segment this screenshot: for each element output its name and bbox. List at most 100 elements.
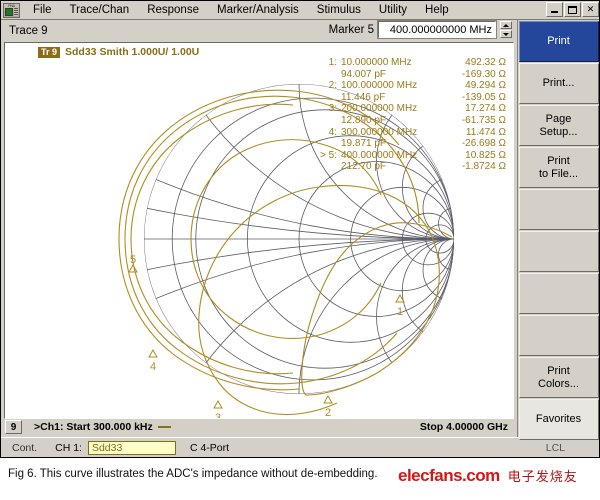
sweep-range-bar: 9 >Ch1: Start 300.000 kHz Stop 4.00000 G… (4, 419, 514, 435)
status-trace-name[interactable]: Sdd33 (87, 440, 176, 455)
marker-number-labels: 1 2 3 4 5 (130, 254, 403, 419)
softkey-empty-3[interactable] (518, 273, 599, 314)
pna-application-window: PNA File Trace/Chan Response Marker/Anal… (0, 0, 600, 458)
menu-item-utility[interactable]: Utility (370, 3, 416, 17)
restore-icon (568, 5, 577, 14)
marker-row-index (315, 115, 341, 127)
marker-row-value: 49.294 Ω (465, 80, 506, 92)
softkey-label-line2: Setup... (539, 125, 578, 138)
marker-row-value: -139.05 Ω (461, 91, 506, 103)
chevron-up-icon (503, 23, 509, 27)
softkey-print-colors[interactable]: Print Colors... (518, 357, 599, 398)
menu-item-stimulus[interactable]: Stimulus (308, 3, 370, 17)
marker-row-value: -26.698 Ω (461, 138, 506, 150)
marker-row-freq: 300.000000 MHz (341, 126, 418, 138)
table-row: 212.70 pF -1.8724 Ω (315, 161, 506, 173)
marker-row-value: 17.274 Ω (465, 103, 506, 115)
window-controls: ✕ (546, 2, 599, 17)
marker-row-freq: 100.000000 MHz (341, 80, 418, 92)
watermark-latin: elecfans.com (398, 466, 500, 485)
marker-stepper-up[interactable] (500, 21, 512, 29)
softkey-print[interactable]: Print... (518, 63, 599, 104)
watermark-chinese: 电子发烧友 (507, 470, 578, 485)
menu-item-help[interactable]: Help (416, 3, 458, 17)
status-bar: Cont. CH 1: Sdd33 C 4-Port LCL (1, 437, 599, 457)
table-row: 1: 10.000000 MHz 492.32 Ω (315, 57, 506, 69)
softkey-panel: Print Print... Page Setup... Print to Fi… (517, 20, 599, 440)
marker-stepper-down[interactable] (500, 30, 512, 38)
marker-row-index (315, 138, 341, 150)
softkey-label-line2: to File... (538, 167, 579, 180)
softkey-label: Print (547, 35, 570, 47)
table-row: 94.007 pF -169.30 Ω (315, 69, 506, 81)
softkey-empty-4[interactable] (518, 315, 599, 356)
minimize-icon (551, 11, 558, 13)
channel-label: CH 1: (55, 441, 82, 454)
trace-marker-toolbar: Trace 9 Marker 5 400.000000000 MHz (1, 20, 516, 41)
marker-number-label: Marker 5 (328, 23, 374, 36)
pna-logo-icon: PNA (3, 2, 20, 18)
restore-button[interactable] (564, 2, 581, 17)
menu-item-file[interactable]: File (24, 3, 61, 17)
table-row: 12.890 pF -61.735 Ω (315, 115, 506, 127)
pna-logo-bars (14, 7, 18, 16)
table-row: > 5: 400.000000 MHz 10.825 Ω (315, 150, 506, 162)
softkey-empty-2[interactable] (518, 231, 599, 272)
marker-row-value: 11.474 Ω (465, 126, 506, 138)
smith-chart-plot-area[interactable]: Tr 9 Sdd33 Smith 1.000U/ 1.00U 1 2 3 4 5… (4, 42, 514, 419)
marker-frequency-input[interactable]: 400.000000000 MHz (377, 20, 497, 39)
marker-row-index: > 5: (320, 149, 337, 161)
marker-row-index: 3: (328, 103, 337, 115)
marker-row-freq: 19.871 pF (341, 138, 387, 150)
marker-row-freq: 200.000000 MHz (341, 103, 418, 115)
minimize-button[interactable] (546, 2, 563, 17)
table-row: 4: 300.000000 MHz 11.474 Ω (315, 127, 506, 139)
port-config-label: C 4-Port (189, 441, 230, 454)
marker-row-freq: 11.446 pF (341, 91, 386, 103)
menu-item-marker-analysis[interactable]: Marker/Analysis (208, 3, 308, 17)
marker-row-index: 4: (328, 126, 337, 138)
marker-row-index (315, 92, 341, 104)
marker-row-value: 10.825 Ω (465, 149, 506, 161)
softkey-page-setup[interactable]: Page Setup... (518, 105, 599, 146)
softkey-empty-1[interactable] (518, 189, 599, 230)
softkey-label-line2: Colors... (538, 377, 579, 390)
svg-text:1: 1 (397, 306, 403, 318)
menu-bar: PNA File Trace/Chan Response Marker/Anal… (1, 1, 599, 20)
pna-logo-screen (5, 7, 13, 16)
marker-entry-group: Marker 5 400.000000000 MHz (328, 20, 512, 39)
marker-indicators (128, 263, 405, 409)
marker-row-index (315, 69, 341, 81)
table-row: 3: 200.000000 MHz 17.274 Ω (315, 103, 506, 115)
softkey-favorites[interactable]: Favorites (518, 399, 599, 440)
local-mode-label: LCL (545, 441, 565, 454)
table-row: 2: 100.000000 MHz 49.294 Ω (315, 80, 506, 92)
close-icon: ✕ (586, 4, 595, 14)
table-row: 19.871 pF -26.698 Ω (315, 138, 506, 150)
chevron-down-icon (503, 32, 509, 36)
marker-stepper[interactable] (500, 21, 512, 38)
softkey-label-line1: Print (547, 154, 570, 167)
trace-color-swatch (157, 426, 171, 428)
svg-text:3: 3 (215, 412, 221, 419)
svg-text:5: 5 (130, 254, 136, 266)
softkey-print-to-file[interactable]: Print to File... (518, 147, 599, 188)
menu-item-trace-chan[interactable]: Trace/Chan (61, 3, 139, 17)
sweep-start-label: >Ch1: Start 300.000 kHz (34, 421, 153, 433)
softkey-label-line1: Page (545, 112, 572, 125)
softkey-label-line1: Print (547, 364, 570, 377)
marker-readout-table: 1: 10.000000 MHz 492.32 Ω 94.007 pF -169… (315, 57, 506, 173)
sweep-mode-label: Cont. (12, 441, 38, 454)
marker-row-freq: 400.000000 MHz (341, 149, 418, 161)
marker-row-freq: 10.000000 MHz (341, 57, 412, 68)
sweep-stop-label: Stop 4.00000 GHz (419, 421, 508, 433)
softkey-label: Print... (542, 77, 575, 89)
menu-item-response[interactable]: Response (138, 3, 208, 17)
marker-row-value: 492.32 Ω (465, 57, 506, 68)
marker-row-index: 1: (328, 57, 337, 68)
softkey-print-title[interactable]: Print (518, 21, 599, 62)
close-button[interactable]: ✕ (582, 2, 599, 17)
channel-trace-badge[interactable]: 9 (5, 420, 22, 434)
marker-row-value: -169.30 Ω (461, 68, 506, 80)
marker-row-value: -61.735 Ω (461, 114, 506, 126)
